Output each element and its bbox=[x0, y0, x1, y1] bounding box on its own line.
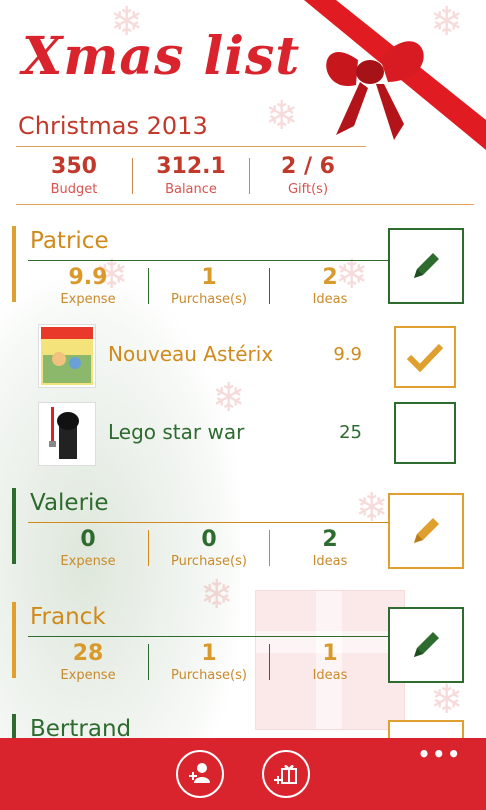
gift-checkbox[interactable] bbox=[394, 326, 456, 388]
purchases-stat: 0 Purchase(s) bbox=[149, 526, 269, 569]
expense-label: Expense bbox=[60, 292, 116, 307]
add-person-icon bbox=[189, 763, 210, 783]
gift-price: 25 bbox=[339, 422, 362, 443]
ideas-label: Ideas bbox=[312, 554, 348, 569]
person-accent-bar bbox=[12, 714, 16, 738]
add-gift-button[interactable] bbox=[262, 750, 310, 798]
person-name[interactable]: Franck bbox=[30, 602, 106, 632]
purchases-value: 1 bbox=[201, 265, 217, 290]
gift-row-lego[interactable]: Lego star war 25 bbox=[38, 402, 368, 466]
add-person-button[interactable] bbox=[176, 750, 224, 798]
ideas-value: 1 bbox=[322, 641, 338, 666]
budget-summary: 350 Budget 312.1 Balance 2 / 6 Gift(s) bbox=[16, 152, 366, 200]
balance-stat: 312.1 Balance bbox=[133, 152, 249, 200]
expense-value: 9.9 bbox=[68, 265, 108, 290]
expense-stat: 28 Expense bbox=[28, 640, 148, 683]
person-patrice[interactable]: Patrice 9.9 Expense 1 Purchase(s) 2 Idea… bbox=[12, 226, 390, 307]
checkmark-icon bbox=[406, 343, 444, 372]
gift-thumbnail bbox=[38, 324, 96, 388]
budget-label: Budget bbox=[50, 182, 98, 197]
ideas-label: Ideas bbox=[312, 292, 348, 307]
edit-person-button[interactable] bbox=[388, 493, 464, 569]
gift-name: Lego star war bbox=[108, 420, 245, 444]
ideas-label: Ideas bbox=[312, 668, 348, 683]
person-accent-bar bbox=[12, 488, 16, 564]
gift-name: Nouveau Astérix bbox=[108, 342, 274, 366]
divider bbox=[16, 146, 366, 147]
gifts-value: 2 / 6 bbox=[281, 154, 335, 179]
snowflake-decoration: ❄ bbox=[265, 93, 299, 139]
ideas-value: 2 bbox=[322, 527, 338, 552]
person-valerie[interactable]: Valerie 0 Expense 0 Purchase(s) 2 Ideas bbox=[12, 488, 390, 569]
expense-stat: 0 Expense bbox=[28, 526, 148, 569]
person-name[interactable]: Patrice bbox=[30, 226, 109, 256]
person-name[interactable]: Valerie bbox=[30, 488, 109, 518]
purchases-stat: 1 Purchase(s) bbox=[149, 640, 269, 683]
purchases-value: 1 bbox=[201, 641, 217, 666]
expense-label: Expense bbox=[60, 668, 116, 683]
gift-row-asterix[interactable]: Nouveau Astérix 9.9 bbox=[38, 324, 368, 388]
snowflake-decoration: ❄ bbox=[430, 677, 464, 723]
ideas-value: 2 bbox=[322, 265, 338, 290]
divider bbox=[28, 636, 390, 637]
expense-value: 0 bbox=[80, 527, 96, 552]
gifts-label: Gift(s) bbox=[287, 182, 329, 197]
balance-value: 312.1 bbox=[156, 154, 226, 179]
person-accent-bar bbox=[12, 226, 16, 302]
edit-person-button[interactable] bbox=[388, 720, 464, 738]
purchases-label: Purchase(s) bbox=[171, 668, 247, 683]
purchases-label: Purchase(s) bbox=[171, 292, 247, 307]
expense-value: 28 bbox=[72, 641, 104, 666]
pencil-icon bbox=[414, 253, 439, 278]
divider bbox=[16, 204, 474, 205]
person-stats: 9.9 Expense 1 Purchase(s) 2 Ideas bbox=[28, 264, 390, 307]
expense-stat: 9.9 Expense bbox=[28, 264, 148, 307]
edit-person-button[interactable] bbox=[388, 228, 464, 304]
person-bertrand[interactable]: Bertrand bbox=[12, 714, 382, 738]
list-name: Christmas 2013 bbox=[18, 112, 208, 140]
app-title: Xmas list bbox=[22, 26, 301, 87]
ideas-stat: 2 Ideas bbox=[270, 526, 390, 569]
gifts-stat: 2 / 6 Gift(s) bbox=[250, 152, 366, 200]
budget-value: 350 bbox=[51, 154, 97, 179]
ideas-stat: 1 Ideas bbox=[270, 640, 390, 683]
person-name[interactable]: Bertrand bbox=[30, 714, 131, 738]
purchases-label: Purchase(s) bbox=[171, 554, 247, 569]
pencil-icon bbox=[414, 632, 439, 657]
person-stats: 0 Expense 0 Purchase(s) 2 Ideas bbox=[28, 526, 390, 569]
budget-stat: 350 Budget bbox=[16, 152, 132, 200]
gift-price: 9.9 bbox=[333, 344, 362, 365]
add-gift-icon bbox=[274, 765, 297, 784]
gift-thumbnail bbox=[38, 402, 96, 466]
application-bar: ••• bbox=[0, 738, 486, 810]
divider bbox=[28, 260, 390, 261]
divider bbox=[28, 522, 390, 523]
expense-label: Expense bbox=[60, 554, 116, 569]
person-stats: 28 Expense 1 Purchase(s) 1 Ideas bbox=[28, 640, 390, 683]
snowflake-decoration: ❄ bbox=[430, 0, 464, 45]
purchases-value: 0 bbox=[201, 527, 217, 552]
balance-label: Balance bbox=[165, 182, 217, 197]
purchases-stat: 1 Purchase(s) bbox=[149, 264, 269, 307]
more-icon[interactable]: ••• bbox=[418, 742, 462, 766]
person-accent-bar bbox=[12, 602, 16, 678]
pencil-icon bbox=[414, 518, 439, 543]
person-franck[interactable]: Franck 28 Expense 1 Purchase(s) 1 Ideas bbox=[12, 602, 390, 683]
ideas-stat: 2 Ideas bbox=[270, 264, 390, 307]
edit-person-button[interactable] bbox=[388, 607, 464, 683]
gift-checkbox[interactable] bbox=[394, 402, 456, 464]
